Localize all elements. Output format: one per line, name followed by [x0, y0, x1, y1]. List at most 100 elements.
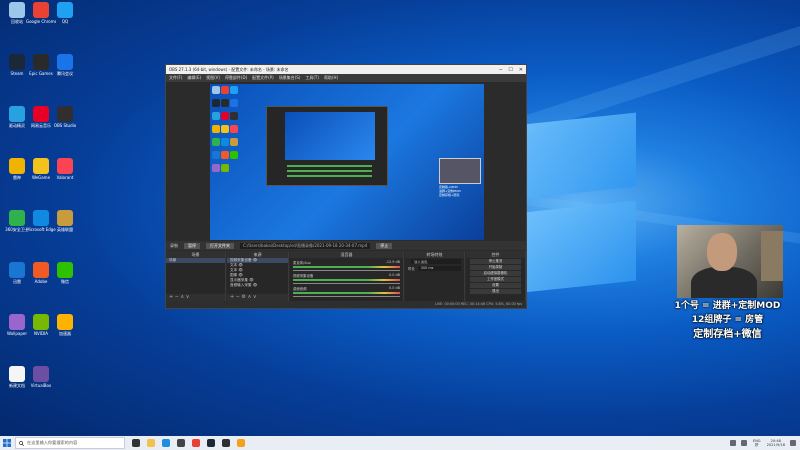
desktop-icon[interactable]: 加速器 [50, 314, 80, 336]
taskbar-store-icon[interactable] [177, 439, 185, 447]
obs-menu-item[interactable]: 工具(T) [305, 75, 319, 81]
eye-icon[interactable]: 👁 [252, 283, 258, 287]
mixer-channel: 麦克风/Aux -12.9 dB [293, 260, 400, 271]
preview-desktop-icon [221, 164, 229, 172]
nested-obs-preview [266, 106, 388, 186]
preview-desktop-icon [212, 151, 220, 159]
desktop-icon[interactable]: Valorant [50, 158, 80, 180]
app-icon [9, 262, 25, 278]
search-placeholder: 在这里输入你要搜索的内容 [27, 440, 78, 445]
overlay-line-3: 定制存档+微信 [693, 329, 762, 340]
recording-label: 录制 [170, 242, 178, 248]
taskbar-steam-icon[interactable] [207, 439, 215, 447]
preview-desktop-icon [221, 151, 229, 159]
desktop-icon[interactable]: QQ [50, 2, 80, 24]
close-icon[interactable]: ✕ [519, 67, 523, 73]
preview-desktop-icon [221, 138, 229, 146]
preview-desktop-icon [221, 99, 229, 107]
controls-dock: 控件 停止推流 开始录制 启动虚拟摄像机 工作室模式 设置 退出 [466, 251, 526, 301]
obs-status-bar: LIVE: 00:00:00 REC: 00:14:46 CPU: 5.8%, … [166, 301, 526, 308]
volume-slider[interactable] [293, 296, 400, 297]
taskbar-edge-icon[interactable] [162, 439, 170, 447]
volume-slider[interactable] [293, 270, 400, 271]
mixer-dock: 混音器 麦克风/Aux -12.9 dB 视频采集设备 0.0 dB 桌面音频 0.0 d… [290, 251, 404, 301]
transition-type-select[interactable]: 淡入淡出 [411, 259, 461, 264]
control-button[interactable]: 启动虚拟摄像机 [470, 271, 521, 276]
taskbar-search[interactable]: 在这里输入你要搜索的内容 [15, 437, 125, 449]
mixer-header: 混音器 [290, 251, 403, 258]
control-button[interactable]: 开始录制 [470, 265, 521, 270]
tray-clock[interactable]: 20:48 2021/9/18 [767, 439, 785, 447]
obs-menu-item[interactable]: 配置文件(P) [252, 75, 274, 81]
obs-menu-item[interactable]: 帮助(H) [324, 75, 338, 81]
eye-icon[interactable]: 👁 [237, 263, 243, 267]
taskbar-file-explorer-icon[interactable] [147, 439, 155, 447]
preview-desktop-icon [212, 112, 220, 120]
control-button[interactable]: 设置 [470, 283, 521, 288]
recording-bar: 录制 暂停 打开文件夹 C:/Users/bakai/Desktop/sd/直播… [166, 241, 526, 250]
app-icon [33, 210, 49, 226]
obs-menu-item[interactable]: 场景集合(S) [279, 75, 301, 81]
duration-input[interactable]: 300 ms [417, 266, 461, 271]
scenes-dock: 场景 场景 + − ∧ ∨ [166, 251, 226, 301]
obs-window: OBS 27.1.3 (64-bit, windows) - 配置文件: 未命名… [165, 64, 527, 309]
desktop-icon-label: VirtualBox [30, 383, 52, 388]
mixer-channel-db: -12.9 dB [385, 260, 400, 264]
taskbar-task-view-icon[interactable] [132, 439, 140, 447]
obs-menu-item[interactable]: 编辑(E) [187, 75, 201, 81]
desktop-icon[interactable]: OBS Studio [50, 106, 80, 128]
transitions-header: 转场特效 [405, 251, 464, 258]
obs-preview[interactable]: 定制版+MOD 进群+定制MOD 定制存档+陪玩 [210, 84, 484, 240]
network-icon[interactable] [729, 440, 736, 446]
preview-desktop-icon [212, 86, 220, 94]
mixer-channel-header: 视频采集设备 0.0 dB [293, 273, 400, 278]
volume-icon[interactable] [740, 440, 747, 446]
tray-language[interactable]: ENG 拼 [753, 439, 761, 447]
notification-icon[interactable] [790, 440, 796, 446]
volume-meter [293, 292, 400, 294]
obs-menu-item[interactable]: 停靠部件(D) [225, 75, 247, 81]
eye-icon[interactable]: 👁 [237, 273, 243, 277]
desktop-icon[interactable]: 腾讯会议 [50, 54, 80, 76]
preview-desktop-icon [212, 138, 220, 146]
source-item[interactable]: 音频输入采集 👁 [227, 283, 288, 288]
eye-icon[interactable]: 👁 [248, 278, 254, 282]
app-icon [33, 2, 49, 18]
open-folder-button[interactable]: 打开文件夹 [206, 242, 234, 249]
preview-webcam-caption: 定制版+MOD 进群+定制MOD 定制存档+陪玩 [439, 185, 484, 197]
obs-menu-item[interactable]: 视图(V) [206, 75, 220, 81]
app-icon [9, 2, 25, 18]
desktop-icon[interactable]: VirtualBox [26, 366, 56, 388]
pause-button[interactable]: 暂停 [184, 242, 200, 249]
taskbar-obs-icon[interactable] [222, 439, 230, 447]
control-button[interactable]: 停止推流 [470, 259, 521, 264]
minimize-icon[interactable]: ─ [499, 67, 502, 73]
app-icon [33, 158, 49, 174]
stop-button[interactable]: 停止 [376, 242, 393, 249]
taskbar-wegame-icon[interactable] [237, 439, 245, 447]
volume-slider[interactable] [293, 283, 400, 284]
eye-icon[interactable]: 👁 [252, 258, 258, 262]
control-button[interactable]: 退出 [470, 289, 521, 294]
preview-desktop-icon [221, 112, 229, 120]
taskbar-chrome-icon[interactable] [192, 439, 200, 447]
sources-toolbar[interactable]: + − ⚙ ∧ ∨ [227, 294, 288, 301]
scene-item[interactable]: 场景 [166, 258, 225, 263]
scenes-toolbar[interactable]: + − ∧ ∨ [166, 294, 225, 301]
transitions-dock: 转场特效 淡入淡出 时长 300 ms [405, 251, 465, 301]
maximize-icon[interactable]: ☐ [508, 67, 512, 73]
mixer-channel-name: 视频采集设备 [293, 274, 314, 278]
control-button[interactable]: 工作室模式 [470, 277, 521, 282]
app-icon [33, 262, 49, 278]
obs-menu-item[interactable]: 文件(F) [169, 75, 182, 81]
app-icon [33, 54, 49, 70]
desktop-icon[interactable]: 微信 [50, 262, 80, 284]
mixer-channel: 视频采集设备 0.0 dB [293, 273, 400, 284]
start-button[interactable] [0, 436, 14, 450]
eye-icon[interactable]: 👁 [237, 268, 243, 272]
desktop-icon-label: 加速器 [59, 331, 71, 336]
volume-meter [293, 266, 400, 268]
mixer-channel-db: 0.0 dB [389, 273, 400, 277]
desktop-icon[interactable]: 英雄联盟 [50, 210, 80, 232]
desktop-icon-label: Valorant [56, 175, 74, 180]
